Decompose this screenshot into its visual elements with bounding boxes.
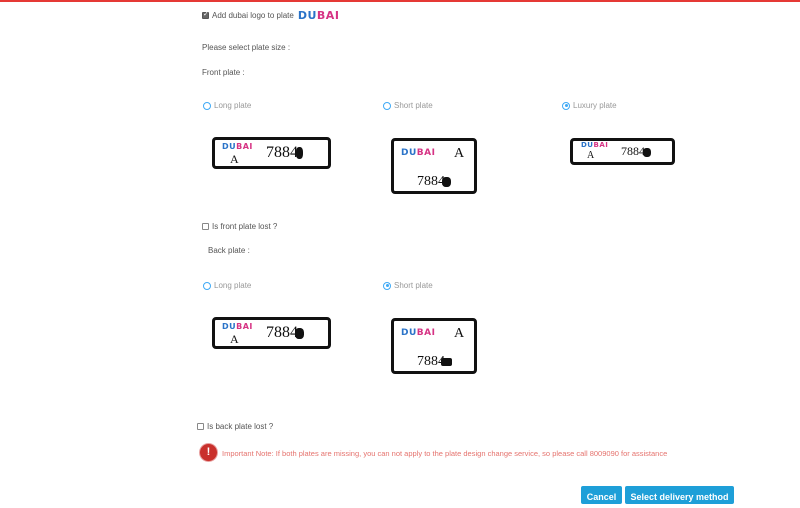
plate-number: 7884 [621, 145, 651, 157]
add-logo-option[interactable]: Add dubai logo to plate DUBAI [202, 10, 339, 21]
front-short-label: Short plate [394, 101, 433, 110]
plate-dubai-logo: DUBAI [401, 328, 436, 338]
front-short-plate-preview[interactable]: DUBAI A 7884 [391, 138, 477, 194]
plate-letter: A [454, 146, 465, 161]
front-long-label: Long plate [214, 101, 252, 110]
dubai-logo: DUBAI [297, 9, 340, 22]
back-lost-checkbox[interactable] [197, 423, 204, 430]
front-short-radio[interactable] [383, 101, 391, 110]
plate-number: 7884 [417, 355, 452, 369]
plate-letter: A [454, 326, 465, 341]
important-note: Important Note: If both plates are missi… [222, 449, 668, 458]
front-lost-label: Is front plate lost ? [212, 222, 278, 231]
back-long-label: Long plate [214, 281, 252, 290]
back-plate-title: Back plate : [208, 246, 250, 255]
warning-icon: ! [200, 444, 217, 461]
front-lost-checkbox[interactable] [202, 223, 209, 230]
select-delivery-method-button[interactable]: Select delivery method [625, 486, 734, 504]
front-luxury-option[interactable]: Luxury plate [562, 101, 617, 110]
front-lost-option[interactable]: Is front plate lost ? [202, 222, 277, 231]
back-short-option[interactable]: Short plate [383, 281, 433, 290]
plate-dubai-logo: DUBAI [401, 148, 436, 158]
plate-dubai-logo: DUBAI [222, 142, 253, 151]
front-luxury-label: Luxury plate [573, 101, 617, 110]
front-long-option[interactable]: Long plate [203, 101, 251, 110]
plate-dubai-logo: DUBAI [222, 322, 253, 331]
front-luxury-plate-preview[interactable]: DUBAI A 7884 [570, 138, 675, 165]
cancel-button[interactable]: Cancel [581, 486, 622, 504]
back-long-plate-preview[interactable]: DUBAI A 7884 [212, 317, 331, 349]
select-size-label: Please select plate size : [202, 43, 291, 52]
back-short-radio[interactable] [383, 281, 391, 290]
front-long-plate-preview[interactable]: DUBAI A 7884 [212, 137, 331, 169]
plate-dubai-logo: DUBAI [581, 141, 609, 149]
front-luxury-radio[interactable] [562, 101, 570, 110]
back-short-label: Short plate [394, 281, 433, 290]
back-long-option[interactable]: Long plate [203, 281, 251, 290]
add-logo-checkbox[interactable] [202, 10, 209, 19]
back-short-plate-preview[interactable]: DUBAI A 7884 [391, 318, 477, 374]
plate-number: 7884 [266, 325, 304, 341]
back-long-radio[interactable] [203, 281, 211, 290]
add-logo-label: Add dubai logo to plate [212, 11, 294, 20]
plate-letter: A [230, 152, 239, 166]
front-short-option[interactable]: Short plate [383, 101, 433, 110]
plate-number: 7884 [417, 175, 451, 189]
front-long-radio[interactable] [203, 101, 211, 110]
back-lost-option[interactable]: Is back plate lost ? [197, 422, 273, 431]
plate-letter: A [230, 332, 239, 346]
top-accent-line [0, 0, 800, 2]
plate-letter: A [587, 150, 595, 161]
plate-number: 7884 [266, 145, 303, 161]
front-plate-title: Front plate : [202, 68, 245, 77]
back-lost-label: Is back plate lost ? [207, 422, 274, 431]
